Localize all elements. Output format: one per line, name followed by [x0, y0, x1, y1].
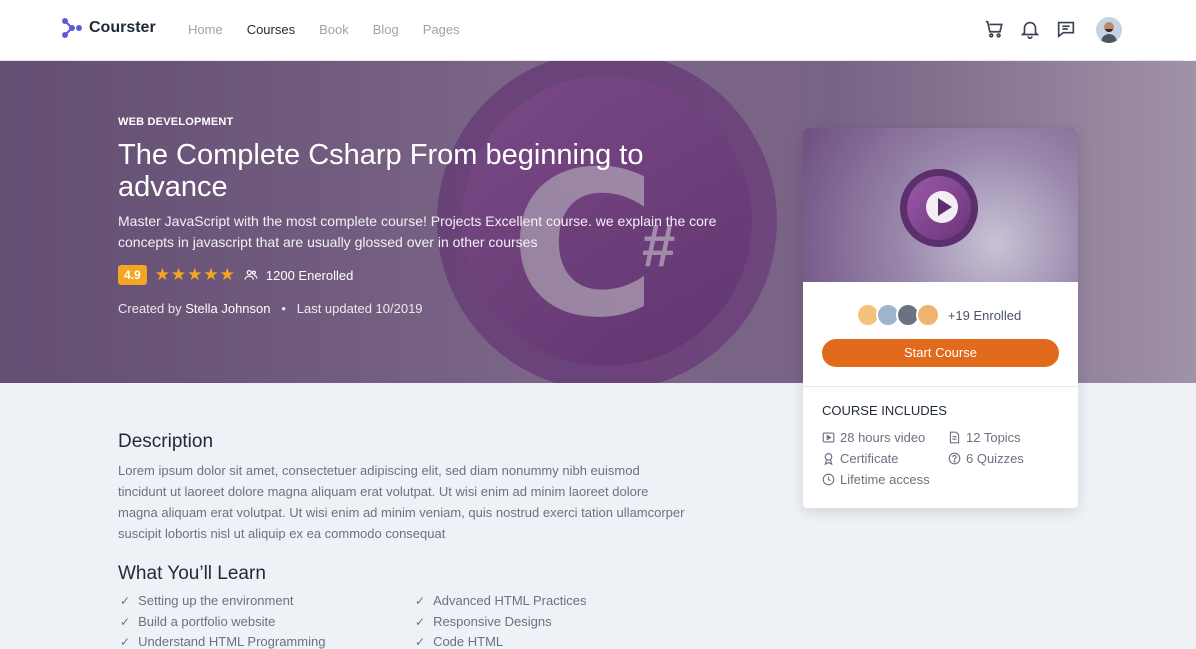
nav-book[interactable]: Book	[319, 22, 349, 37]
nav-courses[interactable]: Courses	[247, 22, 295, 37]
nav-blog[interactable]: Blog	[373, 22, 399, 37]
description-heading: Description	[118, 431, 214, 452]
learn-item-label: Understand HTML Programming	[138, 634, 326, 649]
include-item: 6 Quizzes	[948, 451, 1024, 466]
course-category[interactable]: WEB DEVELOPMENT	[118, 116, 233, 128]
logo-icon	[62, 18, 82, 38]
include-item: 28 hours video	[822, 430, 925, 445]
learn-item-label: Responsive Designs	[433, 614, 552, 629]
course-meta: Created by Stella Johnson • Last updated…	[118, 301, 423, 316]
include-label: 12 Topics	[966, 430, 1021, 445]
question-icon	[948, 452, 961, 465]
check-icon: ✓	[415, 634, 426, 649]
learn-item-label: Advanced HTML Practices	[433, 593, 587, 608]
learn-item: ✓ Build a portfolio website	[120, 614, 275, 629]
include-item: Certificate	[822, 451, 899, 466]
include-item: 12 Topics	[948, 430, 1021, 445]
nav-home[interactable]: Home	[188, 22, 223, 37]
star-rating: ★★★★★	[154, 265, 236, 284]
last-updated: Last updated 10/2019	[296, 301, 423, 316]
course-subtitle: Master JavaScript with the most complete…	[118, 213, 717, 250]
video-icon	[822, 432, 835, 443]
learn-item-label: Setting up the environment	[138, 593, 294, 608]
bell-icon[interactable]	[1019, 18, 1041, 40]
start-course-button[interactable]: Start Course	[822, 339, 1059, 367]
check-icon: ✓	[415, 593, 426, 608]
enrolled-count: 1200 Enerolled	[265, 267, 354, 283]
user-avatar[interactable]	[1096, 17, 1122, 43]
card-enrolled-count: +19 Enrolled	[947, 307, 1022, 323]
check-icon: ✓	[120, 593, 131, 608]
nav-pages[interactable]: Pages	[423, 22, 460, 37]
include-label: 6 Quizzes	[966, 451, 1024, 466]
student-avatars	[855, 303, 940, 327]
description-text: Lorem ipsum dolor sit amet, consectetuer…	[118, 463, 685, 541]
rating-badge: 4.9	[118, 265, 147, 285]
brand-logo[interactable]: Courster	[61, 17, 156, 39]
cart-icon[interactable]	[983, 18, 1005, 40]
chat-icon[interactable]	[1055, 18, 1077, 40]
users-icon	[244, 270, 258, 280]
divider	[803, 386, 1078, 387]
created-prefix: Created by	[118, 301, 182, 316]
learn-item: ✓ Understand HTML Programming	[120, 634, 325, 649]
check-icon: ✓	[120, 634, 131, 649]
award-icon	[824, 453, 833, 465]
learn-item-label: Code HTML	[433, 634, 504, 649]
brand-name: Courster	[89, 19, 156, 36]
document-icon	[949, 431, 960, 444]
play-icon	[938, 198, 952, 216]
learn-item: ✓ Setting up the environment	[120, 593, 293, 608]
learn-heading: What You’ll Learn	[118, 563, 266, 584]
learn-item-label: Build a portfolio website	[138, 614, 276, 629]
author-link[interactable]: Stella Johnson	[185, 301, 270, 316]
learn-item: ✓ Code HTML	[415, 634, 503, 649]
meta-separator: •	[281, 301, 286, 316]
main-nav: Home Courses Book Blog Pages	[188, 22, 460, 37]
course-title: The Complete Csharp From beginning to ad…	[118, 139, 644, 203]
includes-title: COURSE INCLUDES	[822, 403, 947, 418]
check-icon: ✓	[415, 614, 426, 629]
card-enrolled-row: +19 Enrolled	[803, 303, 1078, 327]
include-label: Lifetime access	[840, 472, 930, 487]
top-navbar: Courster Home Courses Book Blog Pages	[0, 0, 1183, 61]
clock-icon	[822, 473, 835, 486]
include-item: Lifetime access	[822, 472, 930, 487]
learn-item: ✓ Responsive Designs	[415, 614, 552, 629]
learn-item: ✓ Advanced HTML Practices	[415, 593, 586, 608]
include-label: Certificate	[840, 451, 899, 466]
include-label: 28 hours video	[840, 430, 926, 445]
student-avatar	[915, 303, 940, 327]
check-icon: ✓	[120, 614, 131, 629]
scrollbar[interactable]	[1183, 0, 1196, 60]
rating-row: 4.9 ★★★★★ 1200 Enerolled	[118, 265, 353, 285]
course-card: +19 Enrolled Start Course COURSE INCLUDE…	[803, 128, 1078, 508]
